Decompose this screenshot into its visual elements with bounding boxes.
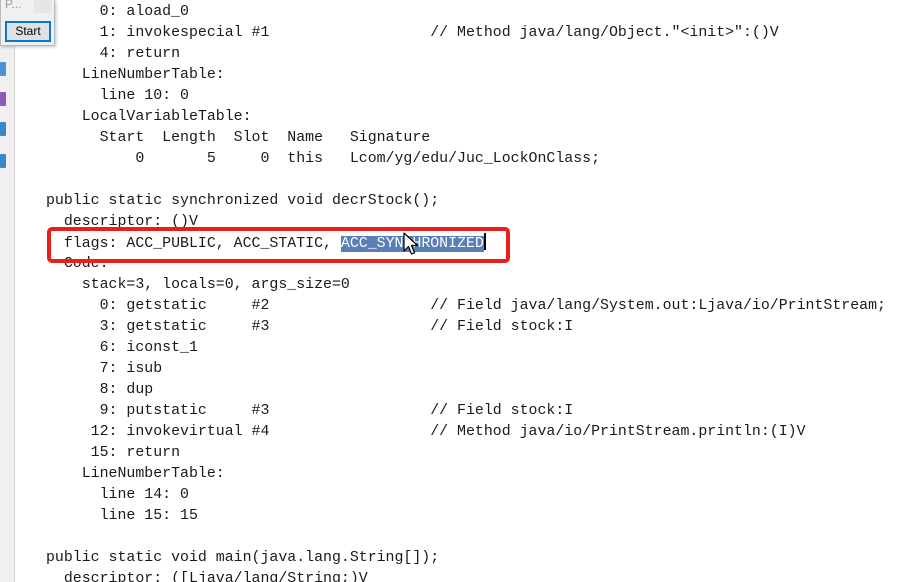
code-line: descriptor: ([Ljava/lang/String;)V xyxy=(46,571,368,582)
code-line: LineNumberTable: xyxy=(46,466,225,482)
delete-icon[interactable] xyxy=(0,154,6,168)
method-signature: public static void main(java.lang.String… xyxy=(46,550,440,566)
left-gutter xyxy=(0,0,15,582)
code-line: 12: invokevirtual #4 // Method java/io/P… xyxy=(46,424,806,440)
close-icon[interactable] xyxy=(34,0,52,13)
code-line: LineNumberTable: xyxy=(46,67,225,83)
code-line: 0: aload_0 xyxy=(46,4,189,20)
code-line: Code: xyxy=(46,256,109,272)
code-line: line 10: 0 xyxy=(46,88,189,104)
code-line: 15: return xyxy=(46,445,181,461)
code-line: 0 5 0 this Lcom/yg/edu/Juc_LockOnClass; xyxy=(46,151,601,167)
text-caret xyxy=(483,233,486,250)
copy-icon[interactable] xyxy=(0,122,6,136)
flags-line: flags: ACC_PUBLIC, ACC_STATIC, ACC_SYNCH… xyxy=(46,233,886,254)
code-line: 3: getstatic #3 // Field stock:I xyxy=(46,319,574,335)
code-line: line 14: 0 xyxy=(46,487,189,503)
flags-text: flags: ACC_PUBLIC, ACC_STATIC, xyxy=(46,236,341,252)
dialog-title: P... xyxy=(5,0,22,11)
code-line: LocalVariableTable: xyxy=(46,109,252,125)
code-line: stack=3, locals=0, args_size=0 xyxy=(46,277,350,293)
code-line: 0: getstatic #2 // Field java/lang/Syste… xyxy=(46,298,886,314)
code-line: descriptor: ()V xyxy=(46,214,198,230)
code-line: 4: return xyxy=(46,46,181,62)
link-icon[interactable] xyxy=(0,62,6,76)
mini-dialog: P... Start xyxy=(0,0,55,46)
code-line: Start Length Slot Name Signature xyxy=(46,130,431,146)
screen: 0: aload_0 1: invokespecial #1 // Method… xyxy=(0,0,921,582)
code-line: 6: iconst_1 xyxy=(46,340,198,356)
code-line: 8: dup xyxy=(46,382,154,398)
code-line: 7: isub xyxy=(46,361,163,377)
code-line: 1: invokespecial #1 // Method java/lang/… xyxy=(46,25,779,41)
method-signature: public static synchronized void decrStoc… xyxy=(46,193,440,209)
code-line: line 15: 15 xyxy=(46,508,198,524)
code-line: 9: putstatic #3 // Field stock:I xyxy=(46,403,574,419)
start-button[interactable]: Start xyxy=(5,21,51,42)
mouse-cursor-icon xyxy=(403,232,419,255)
bytecode-listing[interactable]: 0: aload_0 1: invokespecial #1 // Method… xyxy=(46,2,886,582)
edit-icon[interactable] xyxy=(0,92,6,106)
